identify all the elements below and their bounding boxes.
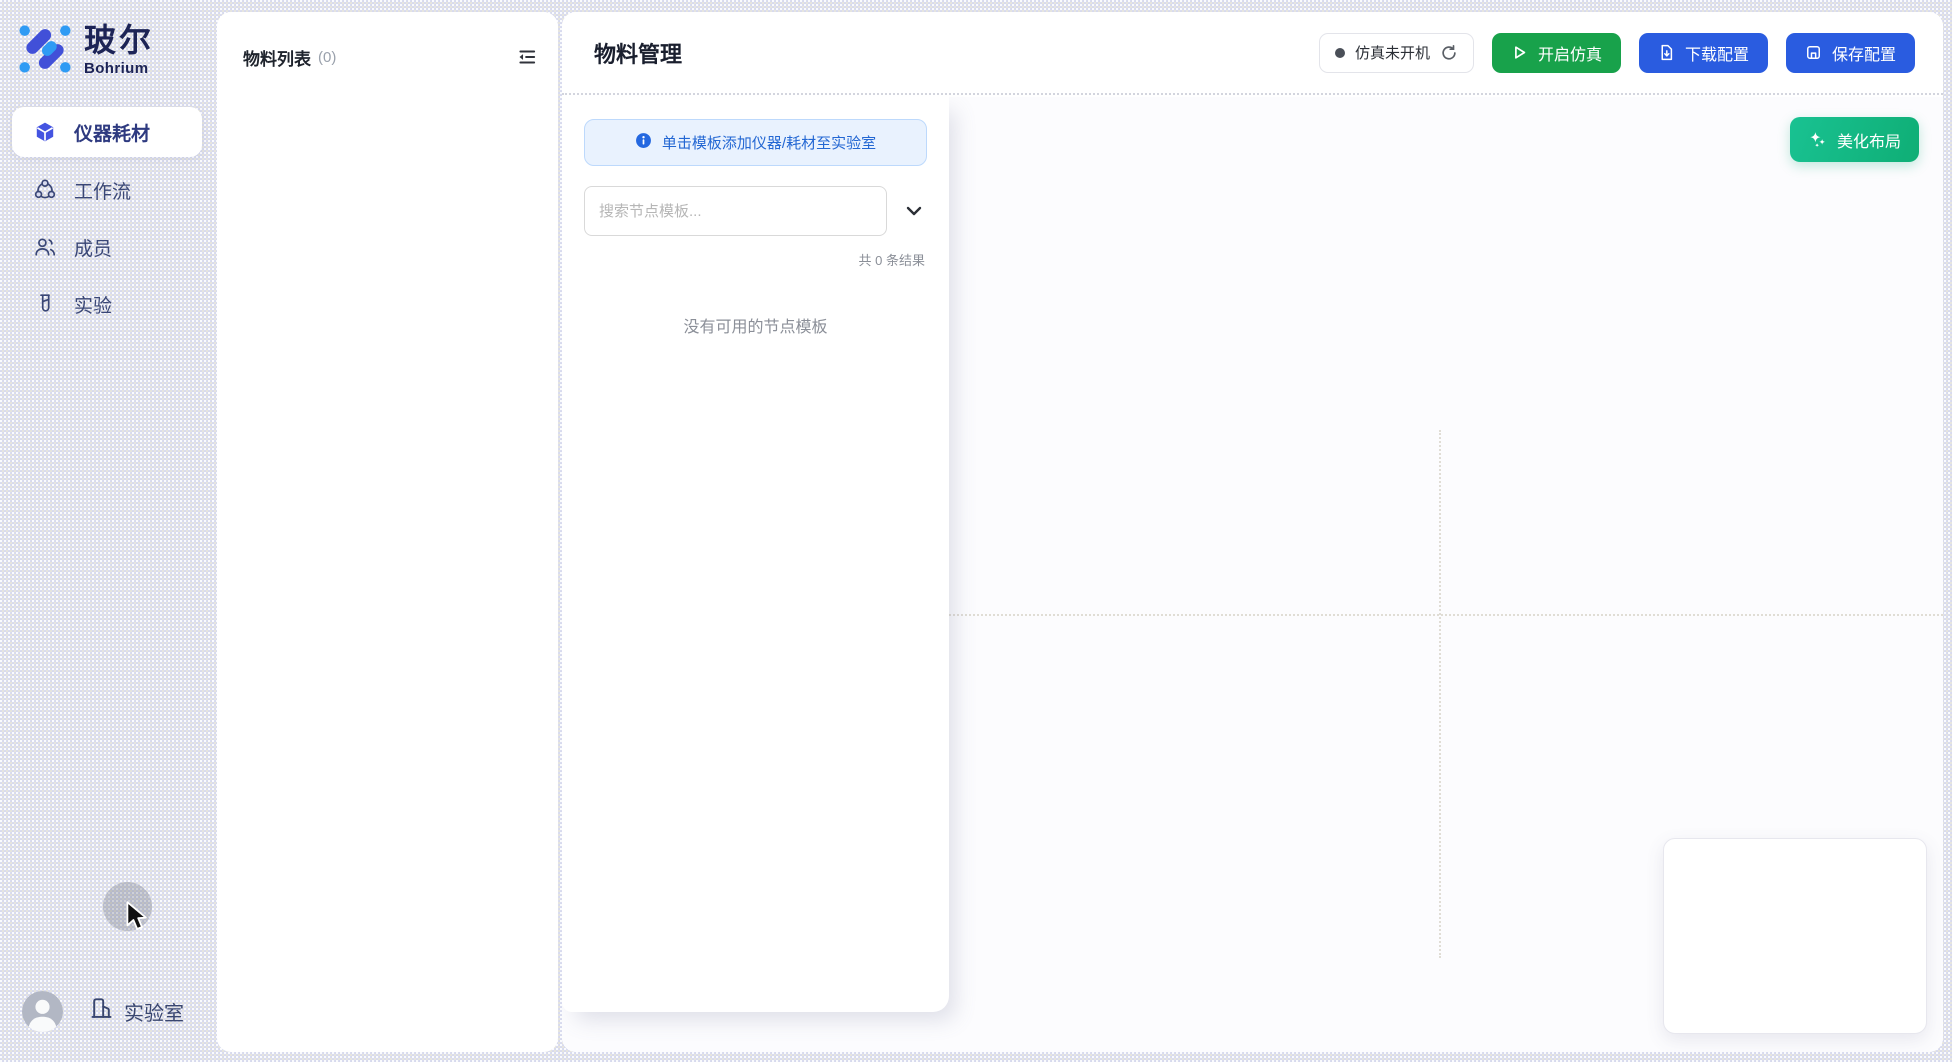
materials-list-panel: 物料列表 (0) — [217, 12, 558, 1052]
play-icon — [1511, 44, 1528, 61]
sidebar-item-label: 工作流 — [74, 177, 131, 204]
start-simulation-label: 开启仿真 — [1538, 41, 1602, 65]
chevron-down-icon — [902, 199, 926, 223]
template-panel: 单击模板添加仪器/耗材至实验室 共 0 条结果 没有可用的节点模板 — [562, 95, 949, 1012]
bohrium-logo-icon — [16, 20, 74, 83]
canvas-guide-vertical — [1439, 430, 1441, 958]
refresh-status-button[interactable] — [1440, 44, 1458, 62]
start-simulation-button[interactable]: 开启仿真 — [1492, 33, 1621, 73]
brand-logo: 玻尔 Bohrium — [16, 20, 154, 83]
save-icon — [1805, 44, 1822, 61]
refresh-icon — [1440, 44, 1458, 62]
page-title: 物料管理 — [594, 37, 682, 69]
sidebar-item-workflow[interactable]: 工作流 — [12, 165, 202, 215]
search-input[interactable] — [584, 186, 887, 236]
brand-name-en: Bohrium — [84, 60, 154, 77]
download-config-button[interactable]: 下载配置 — [1639, 33, 1768, 73]
results-count: 共 0 条结果 — [584, 250, 927, 269]
download-file-icon — [1658, 44, 1675, 61]
materials-list-title: 物料列表 — [243, 45, 311, 70]
collapse-panel-button[interactable] — [514, 44, 540, 70]
workflow-icon — [33, 178, 57, 202]
sidebar-item-label: 实验 — [74, 291, 112, 318]
beautify-layout-button[interactable]: 美化布局 — [1790, 117, 1919, 162]
cursor-icon — [125, 901, 153, 938]
simulation-status-chip: 仿真未开机 — [1319, 33, 1474, 73]
simulation-status-label: 仿真未开机 — [1355, 42, 1430, 63]
status-dot — [1335, 48, 1345, 58]
info-banner-text: 单击模板添加仪器/耗材至实验室 — [662, 132, 876, 153]
info-icon — [635, 132, 652, 153]
brand-name-zh: 玻尔 — [84, 22, 154, 58]
materials-list-header: 物料列表 (0) — [217, 12, 558, 70]
sidebar-item-instruments[interactable]: 仪器耗材 — [12, 107, 202, 157]
minimap-panel[interactable] — [1663, 838, 1927, 1034]
lab-building-icon — [88, 995, 115, 1028]
page-root: 玻尔 Bohrium 仪器耗材 工作流 — [0, 0, 1952, 1062]
download-config-label: 下载配置 — [1685, 41, 1749, 65]
avatar[interactable] — [22, 991, 63, 1032]
experiment-icon — [33, 292, 57, 316]
cube-icon — [33, 120, 57, 144]
brand-text: 玻尔 Bohrium — [84, 22, 154, 77]
lab-switcher[interactable]: 实验室 — [88, 995, 184, 1028]
main-header: 物料管理 仿真未开机 开启仿真 — [562, 12, 1943, 95]
info-banner: 单击模板添加仪器/耗材至实验室 — [584, 119, 927, 166]
collapse-panel-icon — [516, 46, 538, 68]
material-management-card: 物料管理 仿真未开机 开启仿真 — [562, 12, 1943, 1052]
sparkles-icon — [1808, 130, 1827, 149]
save-config-label: 保存配置 — [1832, 41, 1896, 65]
save-config-button[interactable]: 保存配置 — [1786, 33, 1915, 73]
materials-count: (0) — [318, 49, 336, 66]
lab-switcher-label: 实验室 — [124, 997, 184, 1026]
header-actions: 仿真未开机 开启仿真 — [1319, 33, 1915, 73]
sidebar-item-label: 成员 — [74, 234, 112, 261]
beautify-layout-label: 美化布局 — [1837, 128, 1901, 152]
sidebar-item-label: 仪器耗材 — [74, 119, 150, 146]
sidebar-item-members[interactable]: 成员 — [12, 222, 202, 272]
sidebar-item-experiments[interactable]: 实验 — [12, 279, 202, 329]
expand-templates-button[interactable] — [901, 198, 927, 224]
members-icon — [33, 235, 57, 259]
sidebar-footer: 实验室 — [0, 986, 212, 1042]
template-search-row — [584, 186, 927, 236]
empty-state-text: 没有可用的节点模板 — [584, 313, 927, 337]
